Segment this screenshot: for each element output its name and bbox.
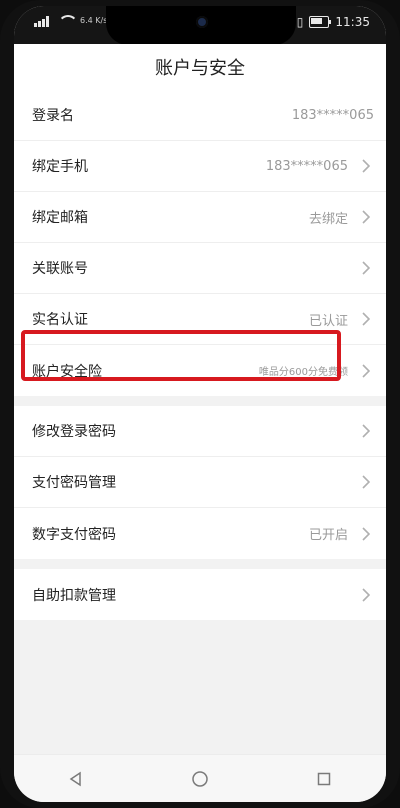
back-triangle-icon[interactable] <box>56 764 96 794</box>
chevron-right-icon <box>358 209 374 225</box>
chevron-right-icon <box>358 423 374 439</box>
status-bar: 6.4 K/s ▯ 11:35 <box>14 6 386 45</box>
row-value: 已开启 <box>308 528 348 543</box>
vibrate-icon: ▯ <box>296 15 304 29</box>
row-label: 数字支付密码 <box>32 526 116 543</box>
row-label: 账户安全险 <box>32 363 102 380</box>
battery-icon <box>309 16 332 28</box>
row-change-login-password[interactable]: 修改登录密码 <box>14 406 386 457</box>
row-value: 去绑定 <box>308 211 348 227</box>
chevron-right-icon <box>358 260 374 276</box>
settings-list: 登录名 183*****065 绑定手机 183*****065 绑定邮箱 去绑… <box>14 90 386 620</box>
row-bind-email[interactable]: 绑定邮箱 去绑定 <box>14 192 386 243</box>
row-value: 183*****065 <box>265 158 348 174</box>
status-time: 11:35 <box>335 15 370 29</box>
row-account-insurance[interactable]: 账户安全险 唯品分600分免费领 <box>14 345 386 396</box>
chevron-right-icon <box>358 363 374 379</box>
settings-group-password: 修改登录密码 支付密码管理 数字支付密码 已开启 <box>14 406 386 559</box>
row-label: 绑定邮箱 <box>32 210 88 226</box>
row-linked-accounts[interactable]: 关联账号 <box>14 243 386 294</box>
row-label: 关联账号 <box>32 261 88 277</box>
status-right: ▯ 11:35 <box>297 15 370 29</box>
camera-icon <box>196 16 208 28</box>
row-real-name-auth[interactable]: 实名认证 已认证 <box>14 294 386 345</box>
system-nav-bar <box>14 754 386 802</box>
home-circle-icon[interactable] <box>180 764 220 794</box>
notch <box>106 6 296 45</box>
row-payment-password[interactable]: 支付密码管理 <box>14 457 386 508</box>
row-label: 支付密码管理 <box>32 475 116 491</box>
row-label: 实名认证 <box>32 312 88 328</box>
row-label: 登录名 <box>32 108 74 124</box>
row-label: 绑定手机 <box>32 159 88 175</box>
row-digital-payment-password[interactable]: 数字支付密码 已开启 <box>14 508 386 559</box>
chevron-right-icon <box>358 311 374 327</box>
row-value: 唯品分600分免费领 <box>258 367 348 378</box>
group-gap <box>14 396 386 406</box>
recent-square-icon[interactable] <box>304 764 344 794</box>
row-label: 自助扣款管理 <box>32 587 116 604</box>
phone-frame: 6.4 K/s ▯ 11:35 账户与安全 登录名 183*****065 绑定… <box>0 0 400 808</box>
page-header: 账户与安全 <box>14 44 386 91</box>
group-gap <box>14 559 386 569</box>
screen: 6.4 K/s ▯ 11:35 账户与安全 登录名 183*****065 绑定… <box>14 6 386 802</box>
chevron-right-icon <box>358 474 374 490</box>
page-title: 账户与安全 <box>155 58 245 79</box>
wifi-icon <box>58 15 74 27</box>
row-auto-debit[interactable]: 自助扣款管理 <box>14 569 386 620</box>
settings-group-autodebit: 自助扣款管理 <box>14 569 386 620</box>
row-label: 修改登录密码 <box>32 424 116 440</box>
row-value: 已认证 <box>308 313 348 329</box>
settings-group-account: 登录名 183*****065 绑定手机 183*****065 绑定邮箱 去绑… <box>14 90 386 396</box>
row-login-name[interactable]: 登录名 183*****065 <box>14 90 386 141</box>
row-bind-phone[interactable]: 绑定手机 183*****065 <box>14 141 386 192</box>
row-value: 183*****065 <box>291 107 374 123</box>
signal-icon <box>34 15 52 27</box>
chevron-right-icon <box>358 526 374 542</box>
network-speed: 6.4 K/s <box>80 16 108 25</box>
chevron-right-icon <box>358 158 374 174</box>
chevron-right-icon <box>358 587 374 603</box>
status-left: 6.4 K/s <box>34 15 107 27</box>
